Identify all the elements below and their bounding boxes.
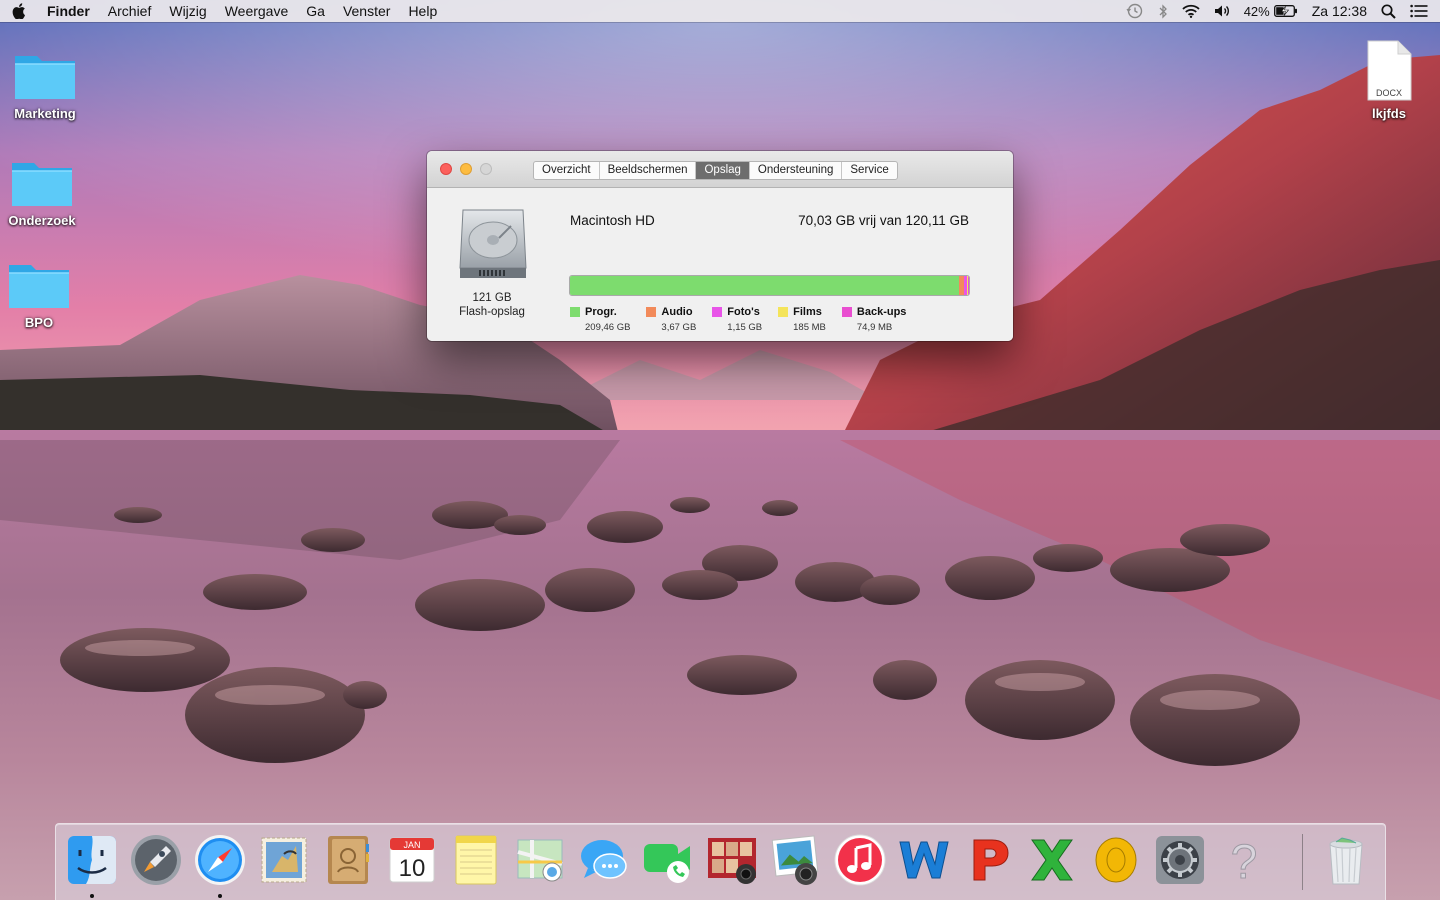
desktop-wallpaper xyxy=(0,0,1440,900)
tab-overzicht[interactable]: Overzicht xyxy=(534,162,600,179)
close-window-button[interactable] xyxy=(440,163,452,175)
legend-item: Progr. 209,46 GB xyxy=(570,306,630,333)
spotlight-search-icon[interactable] xyxy=(1381,3,1396,19)
running-indicator xyxy=(218,894,222,898)
desktop-folder-label: Marketing xyxy=(14,106,76,121)
dock-separator xyxy=(1302,834,1303,890)
menu-help[interactable]: Help xyxy=(399,3,446,19)
desktop-folder-onderzoek[interactable]: Onderzoek xyxy=(0,155,87,228)
legend-label: Films xyxy=(793,306,822,318)
folder-icon xyxy=(9,265,69,308)
drive-capacity: 121 GB xyxy=(472,292,512,304)
storage-bar-segment-backups xyxy=(967,276,969,295)
legend-label: Progr. xyxy=(585,306,617,318)
desktop-folder-label: BPO xyxy=(24,315,54,330)
apple-menu-icon[interactable] xyxy=(0,3,38,19)
about-this-mac-window: Overzicht Beeldschermen Opslag Ondersteu… xyxy=(427,151,1013,341)
storage-usage-bar xyxy=(569,275,970,296)
battery-percentage[interactable]: 42% xyxy=(1244,4,1270,19)
wifi-icon[interactable] xyxy=(1182,4,1200,18)
calendar-month-label: JAN xyxy=(403,840,420,850)
question-mark-glyph: ? xyxy=(1231,836,1258,888)
dock-mail-icon[interactable] xyxy=(256,832,312,888)
legend-value: 1,15 GB xyxy=(727,322,763,333)
volume-icon[interactable] xyxy=(1214,4,1230,18)
legend-value: 185 MB xyxy=(793,322,826,333)
legend-label: Foto's xyxy=(727,306,760,318)
dock-powerpoint-icon[interactable] xyxy=(960,832,1016,888)
menu-weergave[interactable]: Weergave xyxy=(216,3,298,19)
desktop-folder-label: Onderzoek xyxy=(8,213,76,228)
legend-item: Foto's 1,15 GB xyxy=(712,306,762,333)
legend-item: Films 185 MB xyxy=(778,306,826,333)
tab-ondersteuning[interactable]: Ondersteuning xyxy=(750,162,843,179)
window-titlebar[interactable]: Overzicht Beeldschermen Opslag Ondersteu… xyxy=(427,151,1013,188)
menu-wijzig[interactable]: Wijzig xyxy=(160,3,215,19)
dock-notes-icon[interactable] xyxy=(448,832,504,888)
legend-value: 209,46 GB xyxy=(585,322,631,333)
dock-photo-booth-icon[interactable] xyxy=(704,832,760,888)
dock-iphoto-icon[interactable] xyxy=(768,832,824,888)
desktop-file-lkjfds[interactable]: DOCX lkjfds xyxy=(1344,40,1434,121)
dock-safari-icon[interactable] xyxy=(192,832,248,888)
running-indicator xyxy=(90,894,94,898)
time-machine-icon[interactable] xyxy=(1126,3,1144,19)
drive-type: Flash-opslag xyxy=(459,306,525,318)
dock-facetime-icon[interactable] xyxy=(640,832,696,888)
legend-value: 3,67 GB xyxy=(661,322,697,333)
legend-swatch xyxy=(712,307,723,317)
legend-swatch xyxy=(841,307,852,317)
volume-name: Macintosh HD xyxy=(570,213,655,228)
dock-system-preferences-icon[interactable] xyxy=(1152,832,1208,888)
hard-drive-icon xyxy=(459,209,527,278)
menu-ga[interactable]: Ga xyxy=(297,3,334,19)
menu-bar: Finder Archief Wijzig Weergave Ga Venste… xyxy=(0,0,1440,22)
dock-outlook-icon[interactable] xyxy=(1088,832,1144,888)
menu-app-finder[interactable]: Finder xyxy=(38,3,99,19)
dock-maps-icon[interactable] xyxy=(512,832,568,888)
legend-value: 74,9 MB xyxy=(856,322,893,333)
menu-archief[interactable]: Archief xyxy=(99,3,161,19)
tab-service[interactable]: Service xyxy=(842,162,896,179)
dock-launchpad-icon[interactable] xyxy=(128,832,184,888)
tab-beeldschermen[interactable]: Beeldschermen xyxy=(600,162,697,179)
minimize-window-button[interactable] xyxy=(460,163,472,175)
dock: JAN 10 ? xyxy=(55,823,1386,900)
storage-bar-segment-progr xyxy=(570,276,960,295)
dock-unknown-app-icon[interactable]: ? xyxy=(1216,832,1272,889)
calendar-day-label: 10 xyxy=(399,855,426,882)
legend-item: Audio 3,67 GB xyxy=(646,306,696,333)
zoom-window-button xyxy=(480,163,492,175)
dock-word-icon[interactable] xyxy=(896,832,952,888)
battery-charging-icon[interactable] xyxy=(1273,5,1298,17)
dock-contacts-icon[interactable] xyxy=(320,832,376,888)
legend-swatch xyxy=(570,307,580,317)
legend-swatch xyxy=(778,307,789,317)
storage-legend: Progr. 209,46 GB Audio 3,67 GB Foto's 1,15 GB… xyxy=(570,306,922,333)
folder-icon xyxy=(15,56,75,99)
segmented-tab-control: Overzicht Beeldschermen Opslag Ondersteu… xyxy=(533,161,898,180)
storage-panel: 121 GB Flash-opslag Macintosh HD 70,03 G… xyxy=(427,188,1013,341)
volume-free-space: 70,03 GB vrij van 120,11 GB xyxy=(798,213,969,228)
legend-item: Back-ups 74,9 MB xyxy=(841,306,907,333)
menubar-clock[interactable]: Za 12:38 xyxy=(1312,3,1367,19)
dock-finder-icon[interactable] xyxy=(64,832,120,888)
menu-venster[interactable]: Venster xyxy=(334,3,399,19)
legend-label: Audio xyxy=(661,306,693,318)
notification-center-icon[interactable] xyxy=(1410,4,1428,18)
desktop-file-label: lkjfds xyxy=(1372,106,1406,121)
desktop-folder-marketing[interactable]: Marketing xyxy=(0,48,90,121)
legend-swatch xyxy=(646,307,657,317)
folder-icon xyxy=(12,163,72,206)
file-extension-label: DOCX xyxy=(1375,88,1402,98)
dock-itunes-icon[interactable] xyxy=(832,832,888,888)
dock-excel-icon[interactable] xyxy=(1024,832,1080,888)
bluetooth-icon[interactable] xyxy=(1158,3,1168,19)
dock-trash-icon[interactable] xyxy=(1318,832,1374,888)
desktop-folder-bpo[interactable]: BPO xyxy=(0,257,84,330)
tab-opslag[interactable]: Opslag xyxy=(696,162,750,179)
dock-calendar-icon[interactable]: JAN 10 xyxy=(384,832,440,888)
dock-messages-icon[interactable] xyxy=(576,832,632,888)
legend-label: Back-ups xyxy=(856,306,907,318)
